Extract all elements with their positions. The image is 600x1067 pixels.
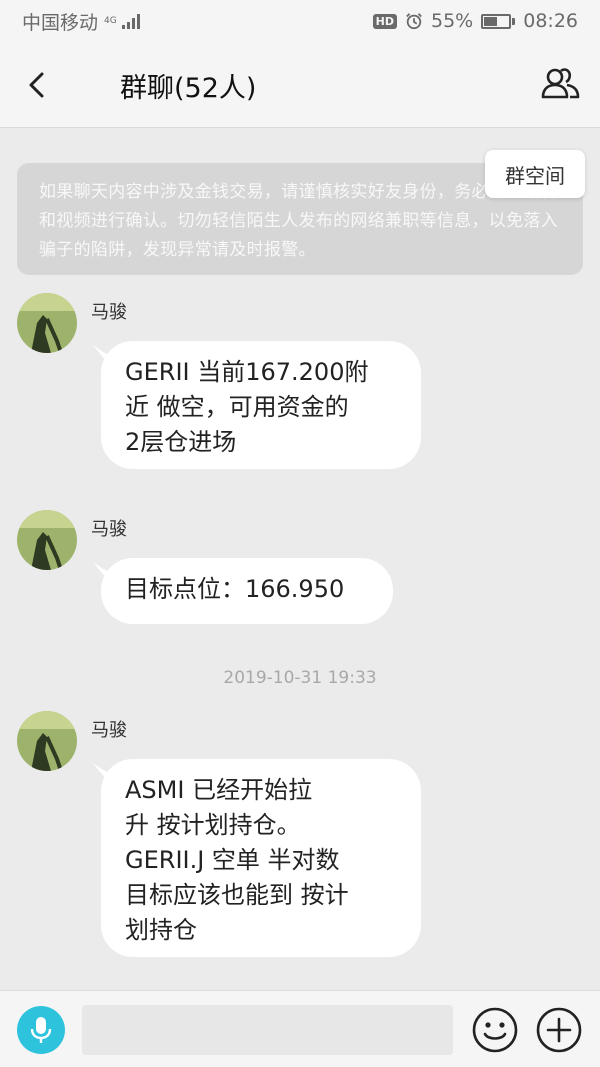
- avatar-image: [17, 293, 77, 353]
- microphone-icon: [30, 1017, 52, 1043]
- carrier-label: 中国移动: [22, 11, 99, 34]
- message-line: GERII 当前167.200附: [125, 358, 369, 386]
- message-line: ASMI 已经开始拉: [125, 776, 313, 804]
- message-line: 升 按计划持仓。: [125, 811, 301, 839]
- page-title: 群聊(52人): [120, 73, 257, 104]
- message-line: 目标点位：166.950: [125, 575, 345, 603]
- status-right: HD 55% 08:26: [372, 10, 578, 32]
- avatar[interactable]: [17, 510, 77, 570]
- input-bar: [0, 990, 600, 1067]
- bubble-tail: [93, 763, 117, 787]
- message-bubble[interactable]: ASMI 已经开始拉 升 按计划持仓。 GERII.J 空单 半对数 目标应该也…: [93, 759, 421, 957]
- alarm-icon: [406, 13, 422, 30]
- hd-badge: HD: [372, 13, 397, 29]
- message-line: 近 做空，可用资金的: [125, 393, 349, 421]
- back-button[interactable]: [22, 68, 52, 102]
- sender-name: 马骏: [91, 720, 127, 741]
- group-members-button[interactable]: [540, 64, 582, 104]
- safety-notice-text: 如果聊天内容中涉及金钱交易，请谨慎核实好友身份，务必通过语音和视频进行确认。切勿…: [39, 182, 558, 260]
- avatar[interactable]: [17, 711, 77, 771]
- avatar-image: [17, 510, 77, 570]
- chat-header: 群聊(52人): [0, 42, 600, 128]
- message-line: 划持仓: [125, 916, 197, 944]
- signal-icon: [121, 13, 140, 29]
- group-space-button[interactable]: 群空间: [485, 150, 585, 198]
- avatar-image: [17, 711, 77, 771]
- message-input[interactable]: [82, 1005, 453, 1055]
- emoji-icon: [472, 1007, 518, 1053]
- message-line: 2层仓进场: [125, 428, 237, 456]
- sender-name: 马骏: [91, 519, 127, 540]
- message-line: GERII.J 空单 半对数: [125, 846, 340, 874]
- bubble-tail: [93, 345, 117, 369]
- bubble-tail: [93, 562, 117, 586]
- sender-name: 马骏: [91, 302, 127, 323]
- plus-button[interactable]: [535, 1006, 583, 1054]
- battery-percent: 55%: [431, 10, 474, 32]
- message-bubble[interactable]: GERII 当前167.200附 近 做空，可用资金的 2层仓进场: [93, 341, 421, 469]
- message-bubble[interactable]: 目标点位：166.950: [93, 558, 393, 624]
- clock: 08:26: [523, 10, 578, 32]
- plus-icon: [536, 1007, 582, 1053]
- group-members-icon: [541, 68, 580, 99]
- message-line: 目标应该也能到 按计: [125, 881, 349, 909]
- avatar[interactable]: [17, 293, 77, 353]
- message-timestamp: 2019-10-31 19:33: [223, 668, 377, 688]
- chevron-left-icon: [29, 72, 44, 98]
- emoji-button[interactable]: [471, 1006, 519, 1054]
- battery-icon: [481, 13, 516, 29]
- status-bar: 中国移动 4G HD 55% 08:26: [0, 0, 600, 42]
- status-left: 中国移动 4G: [22, 8, 140, 35]
- network-type: 4G: [104, 15, 117, 26]
- voice-button[interactable]: [17, 1006, 65, 1054]
- chat-area[interactable]: 如果聊天内容中涉及金钱交易，请谨慎核实好友身份，务必通过语音和视频进行确认。切勿…: [0, 128, 600, 990]
